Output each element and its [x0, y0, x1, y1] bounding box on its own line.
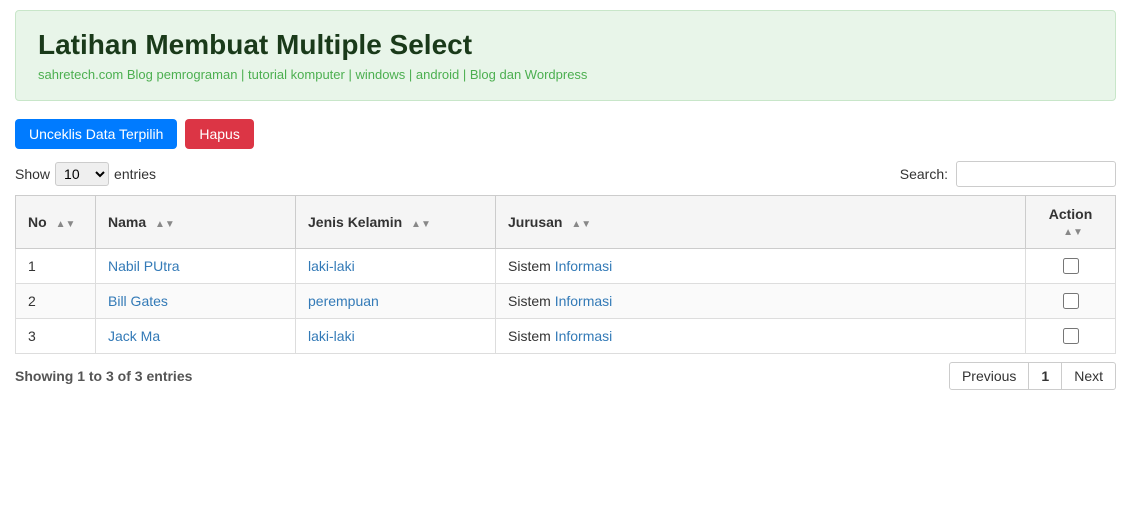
informasi-link[interactable]: Informasi	[555, 328, 613, 344]
show-label: Show	[15, 166, 50, 182]
nama-link[interactable]: Bill Gates	[108, 293, 168, 309]
cell-jenis-kelamin: laki-laki	[296, 319, 496, 354]
showing-text: Showing 1 to 3 of 3 entries	[15, 368, 192, 384]
prev-page-button[interactable]: Previous	[949, 362, 1029, 390]
sort-arrows-no[interactable]: ▲▼	[56, 219, 76, 230]
sort-arrows-jenis[interactable]: ▲▼	[411, 219, 431, 230]
jenis-link[interactable]: laki-laki	[308, 258, 355, 274]
cell-action	[1026, 284, 1116, 319]
col-jenis-kelamin: Jenis Kelamin ▲▼	[296, 196, 496, 249]
informasi-link[interactable]: Informasi	[555, 258, 613, 274]
showing-count: 3	[135, 368, 143, 384]
col-nama: Nama ▲▼	[96, 196, 296, 249]
cell-action	[1026, 319, 1116, 354]
showing-info: Showing 1 to 3 of 3 entries	[15, 368, 192, 384]
table-row: 1 Nabil PUtra laki-laki Sistem Informasi	[16, 249, 1116, 284]
cell-nama: Nabil PUtra	[96, 249, 296, 284]
cell-jurusan: Sistem Informasi	[496, 284, 1026, 319]
sort-arrows-jurusan[interactable]: ▲▼	[571, 219, 591, 230]
table-row: 2 Bill Gates perempuan Sistem Informasi	[16, 284, 1116, 319]
cell-jenis-kelamin: perempuan	[296, 284, 496, 319]
jenis-link[interactable]: perempuan	[308, 293, 379, 309]
entries-select[interactable]: 10 25 50 100	[55, 162, 109, 186]
datatable-controls: Show 10 25 50 100 entries Search:	[15, 161, 1116, 187]
jenis-link[interactable]: laki-laki	[308, 328, 355, 344]
current-page: 1	[1029, 362, 1061, 390]
cell-no: 1	[16, 249, 96, 284]
showing-range: 1 to 3	[77, 368, 114, 384]
page-title: Latihan Membuat Multiple Select	[38, 29, 1093, 61]
data-table: No ▲▼ Nama ▲▼ Jenis Kelamin ▲▼ Jurusan ▲…	[15, 195, 1116, 354]
cell-jurusan: Sistem Informasi	[496, 249, 1026, 284]
col-jurusan: Jurusan ▲▼	[496, 196, 1026, 249]
col-action: Action ▲▼	[1026, 196, 1116, 249]
sort-arrows-nama[interactable]: ▲▼	[155, 219, 175, 230]
show-entries: Show 10 25 50 100 entries	[15, 162, 156, 186]
informasi-link[interactable]: Informasi	[555, 293, 613, 309]
row-checkbox[interactable]	[1063, 328, 1079, 344]
nama-link[interactable]: Nabil PUtra	[108, 258, 180, 274]
datatable-footer: Showing 1 to 3 of 3 entries Previous 1 N…	[15, 362, 1116, 390]
table-header-row: No ▲▼ Nama ▲▼ Jenis Kelamin ▲▼ Jurusan ▲…	[16, 196, 1116, 249]
col-no: No ▲▼	[16, 196, 96, 249]
table-row: 3 Jack Ma laki-laki Sistem Informasi	[16, 319, 1116, 354]
nama-link[interactable]: Jack Ma	[108, 328, 160, 344]
unceklis-button[interactable]: Unceklis Data Terpilih	[15, 119, 177, 149]
cell-action	[1026, 249, 1116, 284]
cell-jurusan: Sistem Informasi	[496, 319, 1026, 354]
search-box: Search:	[900, 161, 1116, 187]
cell-no: 2	[16, 284, 96, 319]
row-checkbox[interactable]	[1063, 293, 1079, 309]
row-checkbox[interactable]	[1063, 258, 1079, 274]
cell-jenis-kelamin: laki-laki	[296, 249, 496, 284]
cell-nama: Jack Ma	[96, 319, 296, 354]
cell-nama: Bill Gates	[96, 284, 296, 319]
entries-label: entries	[114, 166, 156, 182]
search-input[interactable]	[956, 161, 1116, 187]
toolbar: Unceklis Data Terpilih Hapus	[15, 119, 1116, 149]
header-banner: Latihan Membuat Multiple Select sahretec…	[15, 10, 1116, 101]
next-page-button[interactable]: Next	[1061, 362, 1116, 390]
cell-no: 3	[16, 319, 96, 354]
search-label: Search:	[900, 166, 948, 182]
hapus-button[interactable]: Hapus	[185, 119, 253, 149]
sort-arrows-action[interactable]: ▲▼	[1063, 227, 1083, 238]
page-subtitle: sahretech.com Blog pemrograman | tutoria…	[38, 67, 1093, 82]
pagination: Previous 1 Next	[949, 362, 1116, 390]
